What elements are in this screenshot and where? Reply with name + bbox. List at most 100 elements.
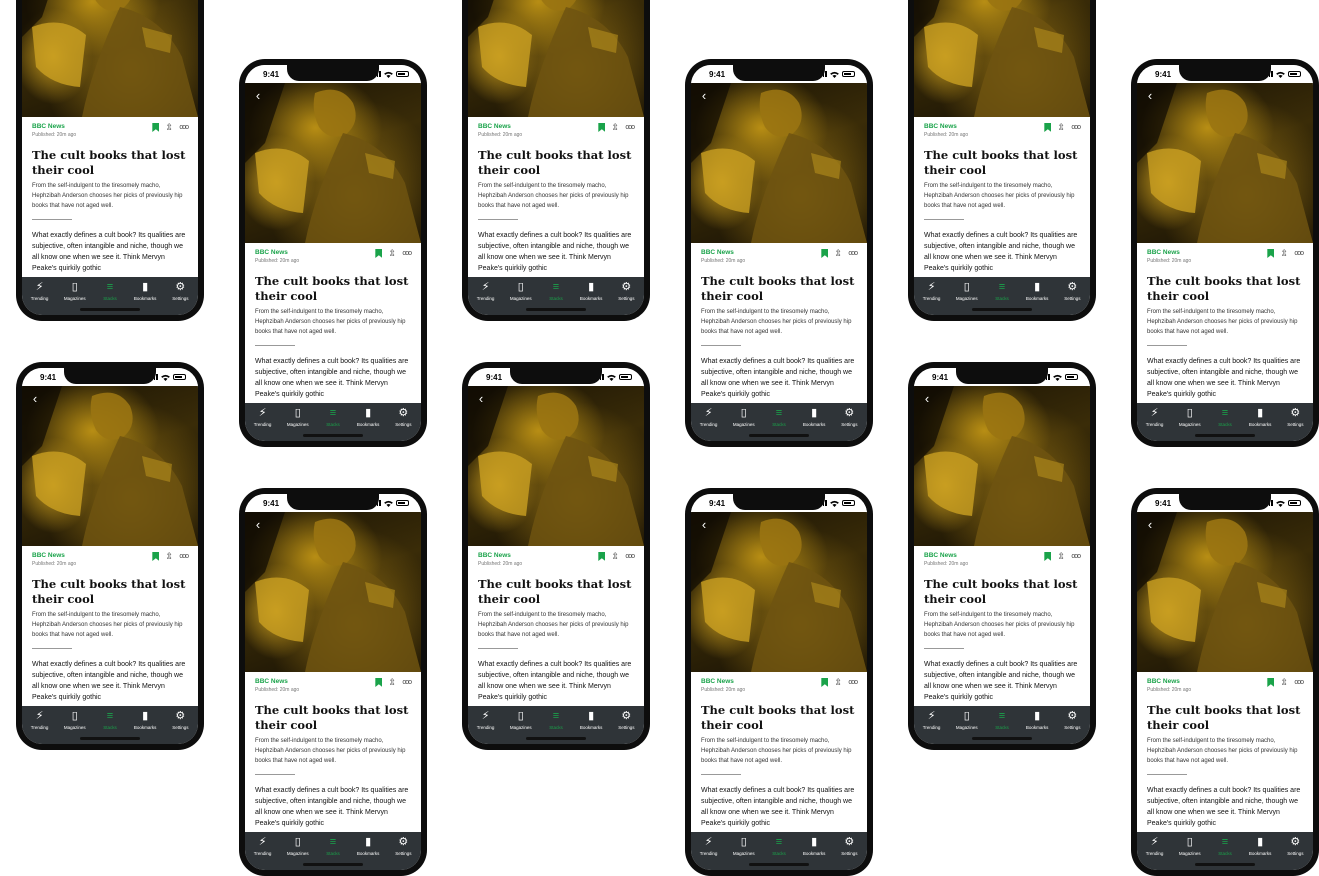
tab-settings[interactable]: ⚙︎ Settings xyxy=(610,281,642,301)
tab-stacks[interactable]: ≡ Stacks xyxy=(94,281,126,301)
tab-trending[interactable]: ⚡︎ Trending xyxy=(24,710,56,730)
tab-magazines[interactable]: ▯ Magazines xyxy=(59,281,91,301)
tab-settings[interactable]: ⚙︎ Settings xyxy=(1056,710,1088,730)
article-source[interactable]: BBC News xyxy=(255,249,299,256)
tab-bookmarks[interactable]: ▮ Bookmarks xyxy=(352,407,384,427)
back-button[interactable]: ‹ xyxy=(28,392,42,406)
share-icon[interactable]: ⇫ xyxy=(1057,123,1065,132)
back-button[interactable]: ‹ xyxy=(697,518,711,532)
more-icon[interactable]: ooo xyxy=(1071,123,1081,132)
share-icon[interactable]: ⇫ xyxy=(834,678,842,687)
article-source[interactable]: BBC News xyxy=(924,552,968,559)
bookmark-icon[interactable] xyxy=(1267,249,1275,258)
share-icon[interactable]: ⇫ xyxy=(834,249,842,258)
tab-stacks[interactable]: ≡ Stacks xyxy=(317,836,349,856)
back-button[interactable]: ‹ xyxy=(1143,518,1157,532)
tab-settings[interactable]: ⚙︎ Settings xyxy=(1279,407,1311,427)
tab-trending[interactable]: ⚡︎ Trending xyxy=(1139,407,1171,427)
tab-stacks[interactable]: ≡ Stacks xyxy=(986,710,1018,730)
tab-settings[interactable]: ⚙︎ Settings xyxy=(387,836,419,856)
tab-stacks[interactable]: ≡ Stacks xyxy=(317,407,349,427)
more-icon[interactable]: ooo xyxy=(402,249,412,258)
tab-settings[interactable]: ⚙︎ Settings xyxy=(1279,836,1311,856)
tab-stacks[interactable]: ≡ Stacks xyxy=(94,710,126,730)
article-source[interactable]: BBC News xyxy=(701,678,745,685)
article-source[interactable]: BBC News xyxy=(924,123,968,130)
tab-magazines[interactable]: ▯ Magazines xyxy=(282,407,314,427)
tab-bookmarks[interactable]: ▮ Bookmarks xyxy=(1244,836,1276,856)
article-source[interactable]: BBC News xyxy=(255,678,299,685)
tab-bookmarks[interactable]: ▮ Bookmarks xyxy=(798,407,830,427)
tab-stacks[interactable]: ≡ Stacks xyxy=(763,836,795,856)
article-source[interactable]: BBC News xyxy=(478,552,522,559)
article-source[interactable]: BBC News xyxy=(1147,249,1191,256)
tab-bookmarks[interactable]: ▮ Bookmarks xyxy=(1021,710,1053,730)
tab-magazines[interactable]: ▯ Magazines xyxy=(728,407,760,427)
tab-trending[interactable]: ⚡︎ Trending xyxy=(24,281,56,301)
more-icon[interactable]: ooo xyxy=(1294,678,1304,687)
share-icon[interactable]: ⇫ xyxy=(611,123,619,132)
bookmark-icon[interactable] xyxy=(598,123,606,132)
share-icon[interactable]: ⇫ xyxy=(388,678,396,687)
tab-settings[interactable]: ⚙︎ Settings xyxy=(1056,281,1088,301)
bookmark-icon[interactable] xyxy=(375,249,383,258)
more-icon[interactable]: ooo xyxy=(1294,249,1304,258)
bookmark-icon[interactable] xyxy=(152,552,160,561)
more-icon[interactable]: ooo xyxy=(402,678,412,687)
more-icon[interactable]: ooo xyxy=(625,123,635,132)
article-source[interactable]: BBC News xyxy=(1147,678,1191,685)
more-icon[interactable]: ooo xyxy=(179,123,189,132)
tab-magazines[interactable]: ▯ Magazines xyxy=(505,281,537,301)
tab-magazines[interactable]: ▯ Magazines xyxy=(505,710,537,730)
tab-trending[interactable]: ⚡︎ Trending xyxy=(470,710,502,730)
tab-trending[interactable]: ⚡︎ Trending xyxy=(247,407,279,427)
tab-magazines[interactable]: ▯ Magazines xyxy=(1174,836,1206,856)
tab-settings[interactable]: ⚙︎ Settings xyxy=(610,710,642,730)
tab-bookmarks[interactable]: ▮ Bookmarks xyxy=(575,710,607,730)
share-icon[interactable]: ⇫ xyxy=(1280,249,1288,258)
tab-magazines[interactable]: ▯ Magazines xyxy=(951,710,983,730)
tab-stacks[interactable]: ≡ Stacks xyxy=(540,710,572,730)
back-button[interactable]: ‹ xyxy=(920,392,934,406)
more-icon[interactable]: ooo xyxy=(848,249,858,258)
tab-trending[interactable]: ⚡︎ Trending xyxy=(247,836,279,856)
tab-magazines[interactable]: ▯ Magazines xyxy=(951,281,983,301)
tab-stacks[interactable]: ≡ Stacks xyxy=(1209,836,1241,856)
share-icon[interactable]: ⇫ xyxy=(1057,552,1065,561)
article-source[interactable]: BBC News xyxy=(701,249,745,256)
tab-bookmarks[interactable]: ▮ Bookmarks xyxy=(129,710,161,730)
tab-magazines[interactable]: ▯ Magazines xyxy=(282,836,314,856)
tab-bookmarks[interactable]: ▮ Bookmarks xyxy=(1021,281,1053,301)
bookmark-icon[interactable] xyxy=(375,678,383,687)
tab-stacks[interactable]: ≡ Stacks xyxy=(540,281,572,301)
tab-magazines[interactable]: ▯ Magazines xyxy=(59,710,91,730)
tab-magazines[interactable]: ▯ Magazines xyxy=(1174,407,1206,427)
article-source[interactable]: BBC News xyxy=(478,123,522,130)
bookmark-icon[interactable] xyxy=(598,552,606,561)
tab-trending[interactable]: ⚡︎ Trending xyxy=(693,836,725,856)
back-button[interactable]: ‹ xyxy=(251,89,265,103)
bookmark-icon[interactable] xyxy=(821,678,829,687)
tab-settings[interactable]: ⚙︎ Settings xyxy=(833,836,865,856)
tab-settings[interactable]: ⚙︎ Settings xyxy=(387,407,419,427)
more-icon[interactable]: ooo xyxy=(1071,552,1081,561)
tab-trending[interactable]: ⚡︎ Trending xyxy=(916,710,948,730)
tab-bookmarks[interactable]: ▮ Bookmarks xyxy=(129,281,161,301)
tab-trending[interactable]: ⚡︎ Trending xyxy=(470,281,502,301)
tab-bookmarks[interactable]: ▮ Bookmarks xyxy=(575,281,607,301)
tab-settings[interactable]: ⚙︎ Settings xyxy=(164,281,196,301)
tab-trending[interactable]: ⚡︎ Trending xyxy=(1139,836,1171,856)
tab-stacks[interactable]: ≡ Stacks xyxy=(763,407,795,427)
tab-bookmarks[interactable]: ▮ Bookmarks xyxy=(1244,407,1276,427)
tab-settings[interactable]: ⚙︎ Settings xyxy=(164,710,196,730)
tab-bookmarks[interactable]: ▮ Bookmarks xyxy=(352,836,384,856)
bookmark-icon[interactable] xyxy=(1044,123,1052,132)
share-icon[interactable]: ⇫ xyxy=(1280,678,1288,687)
back-button[interactable]: ‹ xyxy=(1143,89,1157,103)
back-button[interactable]: ‹ xyxy=(474,392,488,406)
more-icon[interactable]: ooo xyxy=(848,678,858,687)
tab-stacks[interactable]: ≡ Stacks xyxy=(1209,407,1241,427)
tab-settings[interactable]: ⚙︎ Settings xyxy=(833,407,865,427)
bookmark-icon[interactable] xyxy=(1267,678,1275,687)
share-icon[interactable]: ⇫ xyxy=(165,552,173,561)
